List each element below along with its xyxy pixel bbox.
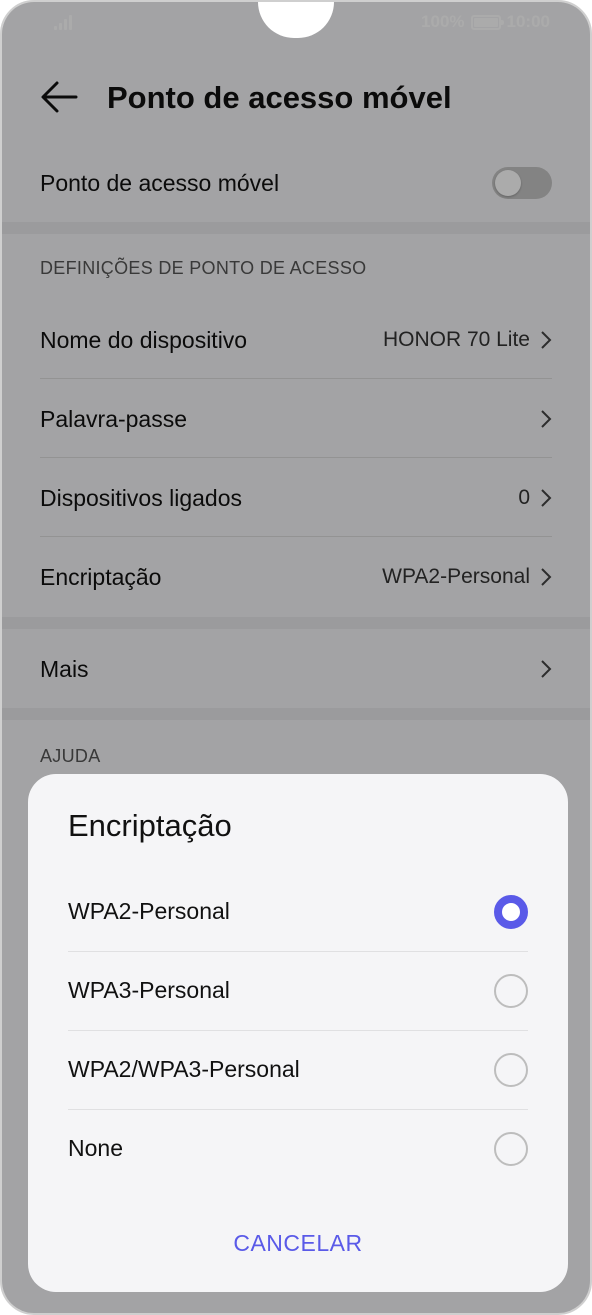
- dialog-title: Encriptação: [68, 808, 232, 843]
- option-label: WPA2-Personal: [68, 898, 230, 924]
- radio-selected-icon[interactable]: [494, 894, 528, 929]
- radio-unselected-icon[interactable]: [494, 1052, 528, 1087]
- radio-unselected-icon[interactable]: [494, 1131, 528, 1166]
- encryption-dialog: Encriptação WPA2-Personal WPA3-Personal …: [28, 774, 568, 1292]
- phone-screen: 100% 10:00 Ponto de acesso móvel Ponto d…: [0, 0, 592, 1315]
- cancel-button[interactable]: CANCELAR: [28, 1230, 568, 1257]
- option-wpa3-personal[interactable]: WPA3-Personal: [68, 951, 528, 1030]
- option-wpa2-personal[interactable]: WPA2-Personal: [68, 872, 528, 951]
- radio-unselected-icon[interactable]: [494, 973, 528, 1008]
- option-wpa2-wpa3-personal[interactable]: WPA2/WPA3-Personal: [68, 1030, 528, 1109]
- option-label: WPA2/WPA3-Personal: [68, 1056, 300, 1082]
- option-none[interactable]: None: [68, 1109, 528, 1188]
- option-label: None: [68, 1135, 123, 1161]
- option-label: WPA3-Personal: [68, 977, 230, 1003]
